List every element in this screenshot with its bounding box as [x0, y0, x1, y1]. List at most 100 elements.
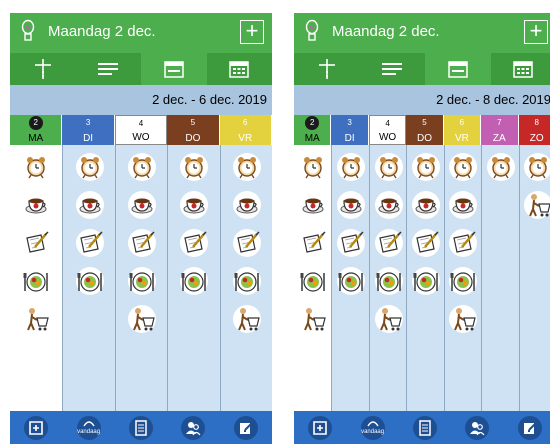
alarm-clock-icon[interactable] [374, 153, 403, 181]
dinner-plate-icon[interactable] [232, 267, 261, 295]
document-icon[interactable] [129, 416, 153, 440]
day-column[interactable] [114, 145, 168, 411]
day-number: 8 [534, 118, 539, 127]
shopping-cart-icon[interactable] [374, 305, 403, 333]
day-column[interactable] [406, 145, 444, 411]
shopping-cart-icon[interactable] [232, 305, 261, 333]
tab-month[interactable] [491, 53, 550, 85]
writing-icon[interactable] [127, 229, 156, 257]
dinner-plate-icon[interactable] [449, 267, 478, 295]
day-header-do[interactable]: 5 DO [167, 115, 220, 145]
dinner-plate-icon[interactable] [411, 267, 440, 295]
day-header-vr[interactable]: 6 VR [219, 115, 272, 145]
tab-week[interactable] [425, 53, 491, 85]
day-column[interactable] [331, 145, 369, 411]
writing-icon[interactable] [337, 229, 366, 257]
day-name: ZO [529, 133, 544, 144]
dinner-plate-icon[interactable] [374, 267, 403, 295]
coffee-cup-icon[interactable] [374, 191, 403, 219]
shopping-cart-icon[interactable] [22, 305, 51, 333]
shopping-cart-icon[interactable] [127, 305, 156, 333]
coffee-cup-icon[interactable] [411, 191, 440, 219]
day-header-di[interactable]: 3 DI [331, 115, 369, 145]
tab-list[interactable] [76, 53, 142, 85]
add-note-icon[interactable] [24, 416, 49, 440]
day-column[interactable] [518, 145, 550, 411]
coffee-cup-icon[interactable] [127, 191, 156, 219]
contacts-icon[interactable] [465, 416, 490, 440]
shopping-cart-icon[interactable] [524, 191, 550, 219]
alarm-clock-icon[interactable] [127, 153, 156, 181]
coffee-cup-icon[interactable] [180, 191, 209, 219]
writing-icon[interactable] [22, 229, 51, 257]
day-column[interactable] [443, 145, 482, 411]
day-header-wo[interactable]: 4 WO [368, 115, 407, 145]
today-icon[interactable]: vandaag [360, 416, 385, 440]
tab-list[interactable] [360, 53, 426, 85]
writing-icon[interactable] [449, 229, 478, 257]
writing-icon[interactable] [298, 229, 327, 257]
writing-icon[interactable] [411, 229, 440, 257]
dinner-plate-icon[interactable] [298, 267, 327, 295]
tab-timeline[interactable] [10, 53, 76, 85]
dinner-plate-icon[interactable] [127, 267, 156, 295]
shopping-cart-icon[interactable] [449, 305, 478, 333]
alarm-clock-icon[interactable] [524, 153, 550, 181]
writing-icon[interactable] [232, 229, 261, 257]
alarm-clock-icon[interactable] [298, 153, 327, 181]
coffee-cup-icon[interactable] [298, 191, 327, 219]
day-column[interactable] [10, 145, 63, 411]
today-icon[interactable]: vandaag [76, 416, 101, 440]
writing-icon[interactable] [374, 229, 403, 257]
day-header-di[interactable]: 3 DI [62, 115, 115, 145]
dinner-plate-icon[interactable] [22, 267, 51, 295]
calendar-week-icon [164, 61, 184, 78]
coffee-cup-icon[interactable] [232, 191, 261, 219]
alarm-clock-icon[interactable] [449, 153, 478, 181]
edit-icon[interactable] [517, 416, 542, 440]
day-column[interactable] [481, 145, 519, 411]
list-icon [382, 63, 403, 75]
alarm-clock-icon[interactable] [22, 153, 51, 181]
writing-icon[interactable] [180, 229, 209, 257]
alarm-clock-icon[interactable] [337, 153, 366, 181]
day-header-ma[interactable]: 2 MA [294, 115, 332, 145]
shopping-cart-icon[interactable] [298, 305, 327, 333]
day-header-vr[interactable]: 6 VR [443, 115, 482, 145]
tab-month[interactable] [207, 53, 273, 85]
day-header-za[interactable]: 7 ZA [481, 115, 519, 145]
day-column[interactable] [167, 145, 220, 411]
alarm-clock-icon[interactable] [180, 153, 209, 181]
lightbulb-icon[interactable] [20, 19, 36, 45]
dinner-plate-icon[interactable] [337, 267, 366, 295]
day-column[interactable] [294, 145, 332, 411]
coffee-cup-icon[interactable] [22, 191, 51, 219]
dinner-plate-icon[interactable] [75, 267, 104, 295]
tab-week[interactable] [141, 53, 207, 85]
alarm-clock-icon[interactable] [75, 153, 104, 181]
contacts-icon[interactable] [181, 416, 206, 440]
alarm-clock-icon[interactable] [232, 153, 261, 181]
coffee-cup-icon[interactable] [75, 191, 104, 219]
day-number: 2 [28, 116, 43, 130]
day-header-zo[interactable]: 8 ZO [518, 115, 550, 145]
day-header-do[interactable]: 5 DO [406, 115, 444, 145]
lightbulb-icon[interactable] [304, 19, 320, 45]
day-header-wo[interactable]: 4 WO [114, 115, 168, 145]
document-icon[interactable] [413, 416, 437, 440]
add-button[interactable]: + [240, 20, 264, 44]
add-button[interactable]: + [524, 20, 548, 44]
edit-icon[interactable] [233, 416, 258, 440]
alarm-clock-icon[interactable] [411, 153, 440, 181]
coffee-cup-icon[interactable] [449, 191, 478, 219]
alarm-clock-icon[interactable] [486, 153, 515, 181]
writing-icon[interactable] [75, 229, 104, 257]
tab-timeline[interactable] [294, 53, 360, 85]
coffee-cup-icon[interactable] [337, 191, 366, 219]
day-column[interactable] [62, 145, 115, 411]
add-note-icon[interactable] [308, 416, 333, 440]
day-header-ma[interactable]: 2 MA [10, 115, 63, 145]
day-column[interactable] [368, 145, 407, 411]
dinner-plate-icon[interactable] [180, 267, 209, 295]
day-column[interactable] [219, 145, 272, 411]
